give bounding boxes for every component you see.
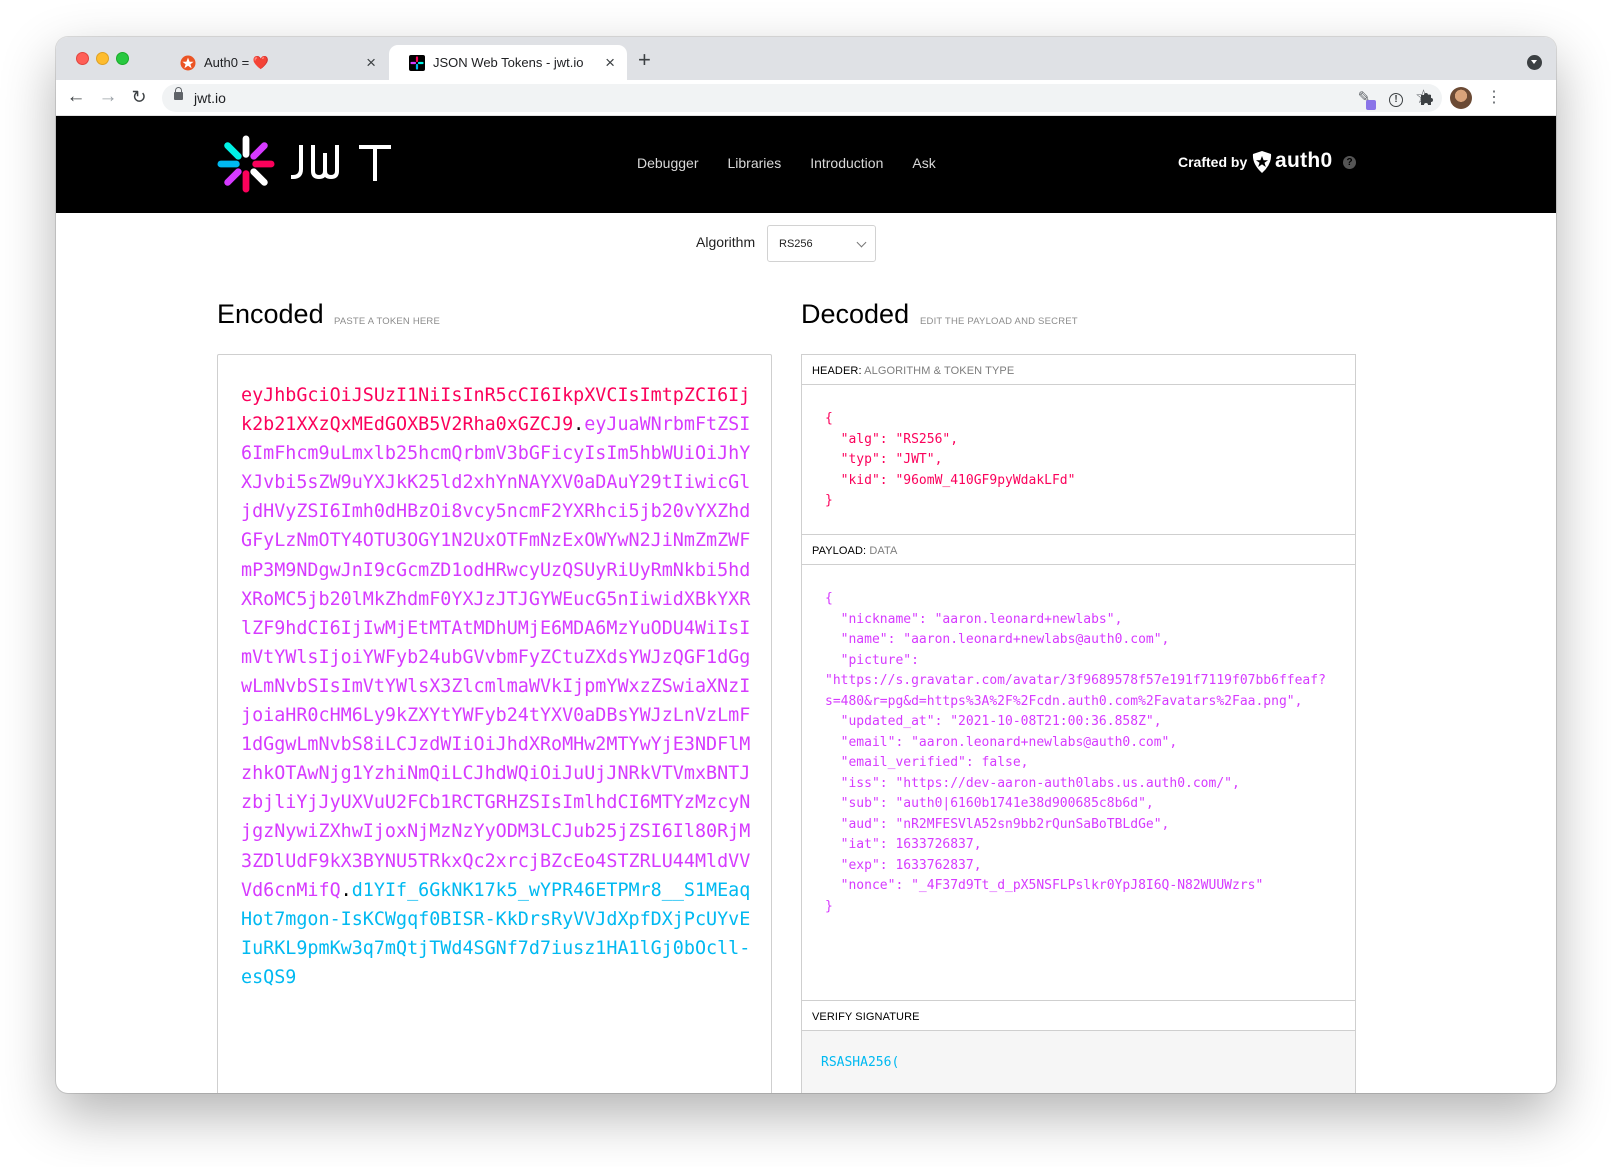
encoded-subtitle: PASTE A TOKEN HERE xyxy=(334,316,441,327)
decoded-payload-panel: PAYLOAD: DATA { "nickname": "aaron.leona… xyxy=(801,534,1356,1001)
chevron-down-icon xyxy=(856,237,867,248)
token-separator: . xyxy=(340,879,352,901)
extensions-puzzle-icon[interactable] xyxy=(1417,88,1437,108)
nav-introduction[interactable]: Introduction xyxy=(810,155,883,171)
verify-signature-panel: VERIFY SIGNATURE RSASHA256( xyxy=(801,1000,1356,1093)
close-tab-icon[interactable]: × xyxy=(605,53,615,73)
close-tab-icon[interactable]: × xyxy=(366,53,376,73)
nav-ask[interactable]: Ask xyxy=(912,155,935,171)
verify-signature-code[interactable]: RSASHA256( xyxy=(802,1031,1355,1070)
back-arrow-icon[interactable]: ← xyxy=(66,87,86,107)
payload-json-editor[interactable]: { "nickname": "aaron.leonard+newlabs", "… xyxy=(802,565,1355,917)
tab-search-icon[interactable] xyxy=(1527,55,1542,70)
decoded-title: Decoded xyxy=(801,299,910,329)
lock-icon xyxy=(174,87,183,100)
payload-label: PAYLOAD: xyxy=(812,545,867,557)
header-label: HEADER: xyxy=(812,365,862,377)
reload-icon[interactable]: ↻ xyxy=(129,87,149,107)
window-close-button[interactable] xyxy=(76,52,89,65)
header-section-title: HEADER: ALGORITHM & TOKEN TYPE xyxy=(802,355,1355,385)
encoded-title: Encoded xyxy=(217,299,324,329)
encoded-token-text[interactable]: eyJhbGciOiJSUzI1NiIsInR5cCI6IkpXVCIsImtp… xyxy=(241,381,751,992)
forward-arrow-icon[interactable]: → xyxy=(98,87,118,107)
jwt-logo-icon[interactable] xyxy=(217,135,275,193)
verify-signature-title: VERIFY SIGNATURE xyxy=(802,1001,1355,1031)
header-description: ALGORITHM & TOKEN TYPE xyxy=(864,365,1015,377)
crafted-by-label: Crafted by xyxy=(1178,154,1248,170)
auth0-shield-icon[interactable] xyxy=(1251,150,1273,174)
jwt-logo-text[interactable] xyxy=(290,143,396,188)
verify-signature-body: RSASHA256( xyxy=(802,1031,1355,1093)
algorithm-value: RS256 xyxy=(779,238,813,250)
decoded-subtitle: EDIT THE PAYLOAD AND SECRET xyxy=(920,316,1078,327)
header-json-editor[interactable]: { "alg": "RS256", "typ": "JWT", "kid": "… xyxy=(802,385,1355,512)
browser-window: Auth0 = ❤️ × JSON Web Tokens - jwt.io × … xyxy=(56,37,1556,1093)
site-header: Debugger Libraries Introduction Ask Craf… xyxy=(56,116,1556,213)
nav-libraries[interactable]: Libraries xyxy=(728,155,782,171)
auth0-favicon-icon xyxy=(180,55,196,71)
decoded-header-panel: HEADER: ALGORITHM & TOKEN TYPE { "alg": … xyxy=(801,354,1356,535)
token-payload-part: eyJuaWNrbmFtZSI6ImFhcm9uLmxlb25hcmQrbmV3… xyxy=(241,414,751,901)
algorithm-label: Algorithm xyxy=(696,234,756,250)
auth0-logo-text[interactable]: auth0 xyxy=(1275,149,1333,173)
tab-title: JSON Web Tokens - jwt.io xyxy=(433,55,584,70)
jwt-favicon-icon xyxy=(409,55,425,71)
tab-jwt[interactable]: JSON Web Tokens - jwt.io × xyxy=(389,45,627,80)
tab-title: Auth0 = ❤️ xyxy=(204,54,269,70)
help-icon[interactable]: ? xyxy=(1343,156,1356,169)
tab-auth0[interactable]: Auth0 = ❤️ × xyxy=(160,45,388,80)
main-nav: Debugger Libraries Introduction Ask xyxy=(637,155,936,171)
window-maximize-button[interactable] xyxy=(116,52,129,65)
browser-toolbar: ← → ↻ jwt.io ☆ ✎ ! ⋮ xyxy=(56,80,1556,116)
payload-section-title: PAYLOAD: DATA xyxy=(802,535,1355,565)
nav-debugger[interactable]: Debugger xyxy=(637,155,699,171)
payload-description: DATA xyxy=(869,545,898,557)
address-bar[interactable]: jwt.io ☆ xyxy=(162,84,1442,112)
browser-menu-icon[interactable]: ⋮ xyxy=(1484,88,1504,108)
url-text[interactable]: jwt.io xyxy=(194,90,226,106)
new-tab-button[interactable]: + xyxy=(638,49,651,71)
tab-strip: Auth0 = ❤️ × JSON Web Tokens - jwt.io × … xyxy=(56,37,1556,80)
password-manager-extension-icon[interactable]: ! xyxy=(1386,88,1406,108)
window-minimize-button[interactable] xyxy=(96,52,109,65)
algorithm-select[interactable]: RS256 xyxy=(767,225,876,262)
profile-avatar[interactable] xyxy=(1450,87,1472,109)
encoded-token-editor[interactable]: eyJhbGciOiJSUzI1NiIsInR5cCI6IkpXVCIsImtp… xyxy=(217,354,772,1093)
token-separator: . xyxy=(573,414,585,436)
eyedropper-extension-icon[interactable]: ✎ xyxy=(1354,88,1376,110)
